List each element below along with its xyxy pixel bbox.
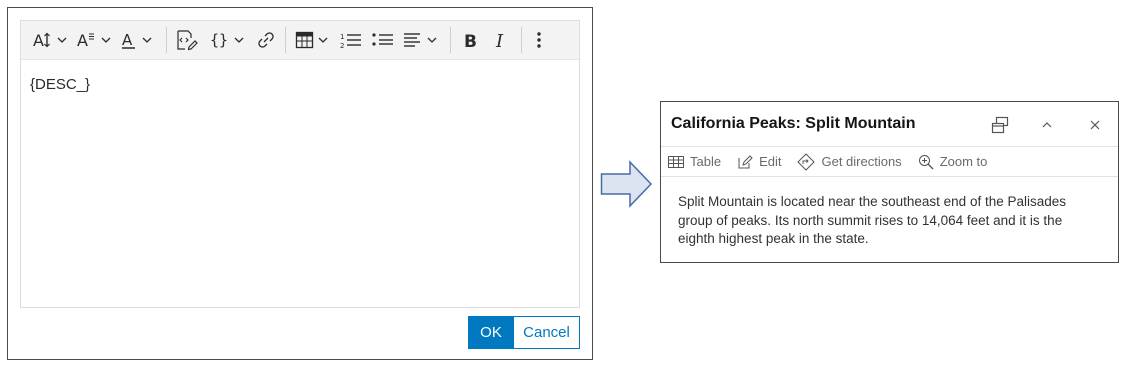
get-directions-action[interactable]: Get directions (797, 152, 902, 171)
table-action-label: Table (690, 154, 722, 169)
toolbar-divider (285, 27, 286, 53)
popup-description: Split Mountain is located near the south… (678, 194, 1066, 246)
toolbar-divider (521, 27, 522, 53)
popup-title: California Peaks: Split Mountain (671, 115, 916, 132)
toolbar-divider (166, 27, 167, 53)
align-icon (404, 33, 437, 47)
close-icon (1090, 120, 1100, 130)
insert-field-dropdown[interactable]: {} (204, 25, 252, 55)
alignment-dropdown[interactable] (399, 25, 445, 55)
insert-expression-button[interactable] (172, 25, 204, 55)
font-style-dropdown[interactable]: A (73, 25, 117, 55)
insert-field-icon: {} (210, 31, 244, 49)
rich-text-editor: A A A {} 1 2 B I {DESC_} (20, 20, 580, 308)
italic-icon: I (495, 31, 504, 50)
svg-text:1: 1 (340, 33, 344, 41)
bold-button[interactable]: B (456, 25, 486, 55)
bulleted-list-icon (372, 33, 393, 46)
link-icon (258, 32, 274, 48)
font-color-dropdown[interactable]: A (117, 25, 161, 55)
numbered-list-button[interactable]: 1 2 (335, 25, 367, 55)
more-options-button[interactable] (527, 25, 551, 55)
zoom-to-icon (918, 154, 934, 169)
chevron-up-icon (1042, 122, 1052, 128)
editor-dialog: A A A {} 1 2 B I {DESC_} OK Cancel (7, 7, 593, 360)
table-icon (668, 155, 684, 168)
arrow-right-icon (600, 160, 653, 208)
bold-icon: B (464, 32, 477, 50)
ok-button[interactable]: OK (468, 316, 514, 349)
cancel-button[interactable]: Cancel (513, 316, 580, 349)
insert-table-dropdown[interactable] (291, 25, 335, 55)
insert-expression-icon (177, 30, 198, 51)
close-button[interactable] (1083, 113, 1107, 137)
svg-text:A: A (33, 31, 44, 50)
font-size-icon: A (33, 31, 67, 50)
zoom-to-label: Zoom to (939, 154, 988, 169)
font-size-dropdown[interactable]: A (29, 25, 73, 55)
edit-action[interactable]: Edit (737, 154, 781, 170)
svg-text:B: B (464, 32, 477, 50)
directions-icon (797, 152, 816, 171)
font-style-icon: A (77, 31, 111, 50)
editor-text-area[interactable]: {DESC_} (21, 60, 579, 109)
svg-text:2: 2 (340, 42, 344, 50)
popup-header: California Peaks: Split Mountain (661, 102, 1118, 147)
edit-action-label: Edit (759, 154, 782, 169)
svg-text:I: I (495, 31, 504, 50)
svg-text:A: A (77, 31, 88, 50)
collapse-button[interactable] (1035, 113, 1059, 137)
table-icon (295, 31, 328, 49)
dock-button[interactable] (988, 113, 1012, 137)
table-action[interactable]: Table (668, 154, 721, 169)
toolbar-divider (450, 27, 451, 53)
numbered-list-icon: 1 2 (340, 33, 361, 50)
feature-popup: California Peaks: Split Mountain Table E… (660, 101, 1119, 263)
popup-action-bar: Table Edit Get directions Zoom to (661, 147, 1118, 177)
editor-toolbar: A A A {} 1 2 B I (21, 21, 579, 60)
zoom-to-action[interactable]: Zoom to (918, 154, 988, 170)
more-icon (537, 32, 541, 48)
get-directions-label: Get directions (821, 154, 902, 169)
svg-text:A: A (122, 31, 133, 49)
edit-icon (738, 154, 753, 168)
svg-text:{}: {} (210, 31, 228, 49)
bulleted-list-button[interactable] (367, 25, 399, 55)
insert-link-button[interactable] (252, 25, 280, 55)
dock-icon (991, 116, 1009, 134)
italic-button[interactable]: I (486, 25, 516, 55)
font-color-icon: A (122, 31, 152, 49)
